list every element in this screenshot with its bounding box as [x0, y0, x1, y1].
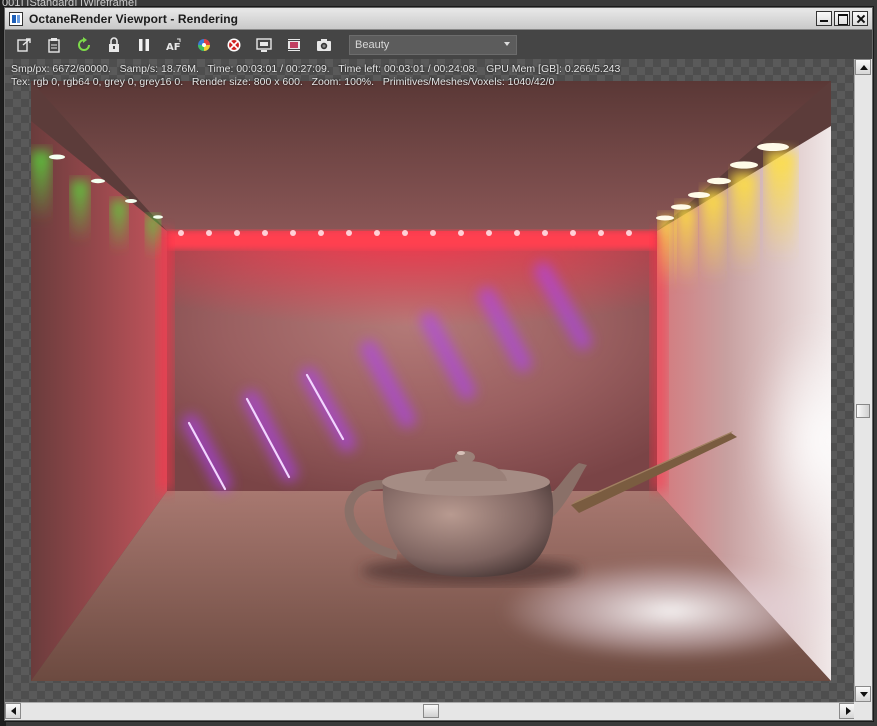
- scroll-up-button[interactable]: [855, 59, 871, 75]
- render-stats-line-1: Smp/px: 6672/60000. Samp/s: 18.76M. Time…: [11, 63, 621, 75]
- octane-viewport-window: OctaneRender Viewport - Rendering AF Bea…: [3, 6, 874, 722]
- chevron-down-icon: [504, 42, 510, 46]
- svg-text:AF: AF: [166, 42, 181, 53]
- film-settings-icon[interactable]: [283, 34, 305, 56]
- region-render-icon[interactable]: [253, 34, 275, 56]
- octane-viewport-icon: [9, 11, 23, 26]
- horizontal-scrollbar[interactable]: [5, 702, 855, 720]
- scroll-left-button[interactable]: [5, 703, 21, 719]
- scroll-right-button[interactable]: [839, 703, 855, 719]
- pause-icon[interactable]: [133, 34, 155, 56]
- maximize-button[interactable]: [834, 11, 850, 26]
- render-stats-line-2: Tex: rgb 0, rgb64 0, grey 0, grey16 0. R…: [11, 76, 555, 88]
- title-bar[interactable]: OctaneRender Viewport - Rendering: [5, 8, 872, 30]
- scrollbar-corner: [854, 702, 872, 720]
- vertical-scrollbar[interactable]: [854, 59, 872, 702]
- material-picker-icon[interactable]: [223, 34, 245, 56]
- horizontal-scroll-thumb[interactable]: [423, 704, 439, 718]
- render-pass-dropdown[interactable]: Beauty: [349, 35, 517, 55]
- window-controls: [816, 11, 868, 26]
- restart-render-icon[interactable]: [73, 34, 95, 56]
- scroll-down-button[interactable]: [855, 686, 871, 702]
- window-title: OctaneRender Viewport - Rendering: [29, 11, 239, 26]
- viewport-toolbar: AF Beauty: [5, 31, 872, 59]
- color-picker-icon[interactable]: [193, 34, 215, 56]
- render-pass-value: Beauty: [355, 39, 390, 51]
- lock-icon[interactable]: [103, 34, 125, 56]
- save-image-icon[interactable]: [313, 34, 335, 56]
- send-scene-icon[interactable]: [13, 34, 35, 56]
- rendered-scene: [31, 81, 831, 681]
- minimize-button[interactable]: [816, 11, 832, 26]
- close-button[interactable]: [852, 11, 868, 26]
- render-image[interactable]: [31, 81, 831, 681]
- render-viewport[interactable]: Smp/px: 6672/60000. Samp/s: 18.76M. Time…: [5, 59, 855, 702]
- autofocus-icon[interactable]: AF: [163, 34, 185, 56]
- vertical-scroll-thumb[interactable]: [856, 404, 870, 418]
- clipboard-icon[interactable]: [43, 34, 65, 56]
